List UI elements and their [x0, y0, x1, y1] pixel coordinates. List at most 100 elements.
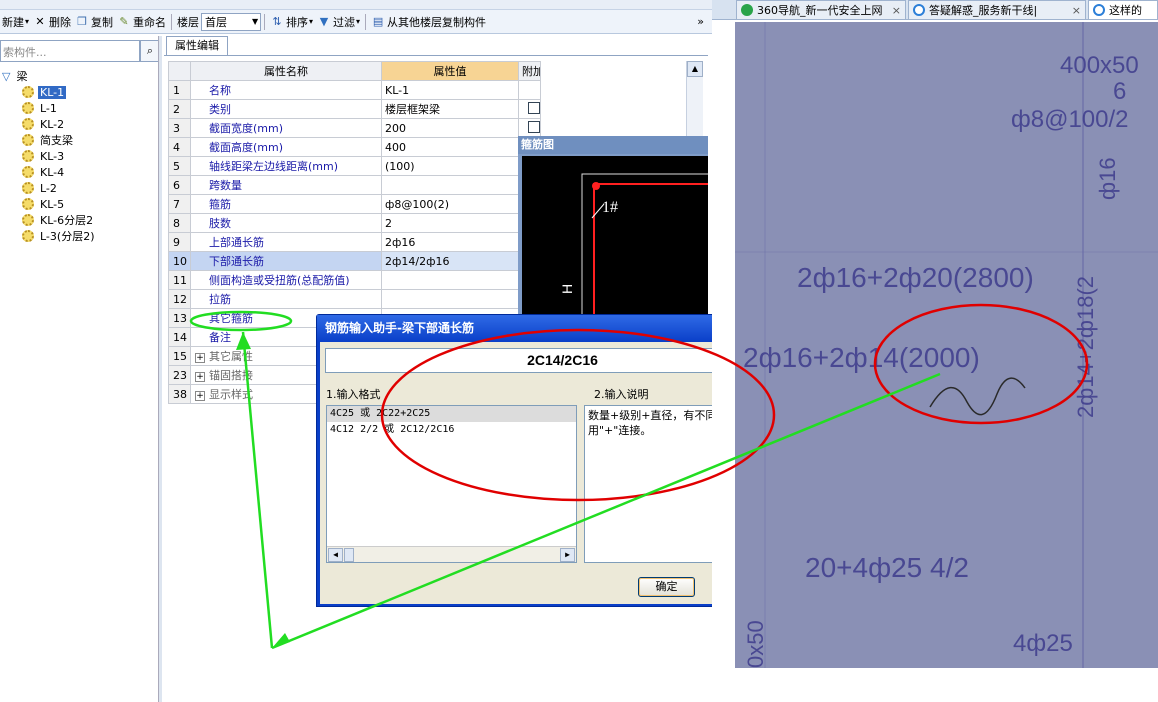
scroll-right-icon[interactable]: ▶: [560, 548, 575, 562]
row-number: 5: [168, 156, 191, 176]
extra-checkbox[interactable]: [528, 120, 540, 133]
row-number: 9: [168, 232, 191, 252]
stirrup-label-h: H: [559, 284, 575, 294]
description-text: 数量+级别+直径，有不同的钢筋信息用"+"连接。: [584, 405, 712, 563]
property-value[interactable]: 楼层框架梁: [381, 99, 519, 119]
tab-property-edit[interactable]: 属性编辑: [166, 36, 228, 56]
top-strip: [0, 0, 712, 10]
property-name: 类别: [190, 99, 382, 119]
property-value[interactable]: 2: [381, 213, 519, 233]
tab-close-icon[interactable]: ×: [892, 2, 901, 19]
divider: [171, 13, 173, 30]
filter-button[interactable]: ▼ 过滤 ▾: [315, 11, 362, 33]
rebar-input-field[interactable]: 2C14/2C16: [325, 348, 712, 373]
table-row[interactable]: 6 跨数量: [168, 175, 541, 195]
gear-icon: [22, 198, 34, 210]
grid-header-row: 属性名称 属性值 附加: [168, 61, 541, 81]
chevron-down-icon: ▼: [251, 17, 259, 26]
drawing-photo: 400x50 6 ф8@100/2 2ф16+2ф20(2800) 2ф16+2…: [735, 22, 1158, 668]
ok-button[interactable]: 确定: [638, 577, 695, 597]
extra-checkbox[interactable]: [528, 101, 540, 114]
extra-cell[interactable]: [518, 80, 541, 100]
search-icon[interactable]: ⌕: [140, 40, 160, 62]
table-row[interactable]: 11 侧面构造或受扭筋(总配筋值): [168, 270, 541, 290]
expand-icon[interactable]: +: [195, 372, 205, 382]
splitter[interactable]: [158, 36, 162, 702]
scroll-left-icon[interactable]: ◀: [328, 548, 343, 562]
format-list[interactable]: 4C25 或 2C22+2C25 4C12 2/2 或 2C12/2C16 ◀ …: [326, 405, 577, 563]
tab-qa-service[interactable]: 答疑解惑_服务新干线| ×: [908, 0, 1086, 19]
copy-button[interactable]: ❐ 复制: [73, 11, 115, 33]
table-row[interactable]: 12 拉筋: [168, 289, 541, 309]
property-value[interactable]: KL-1: [381, 80, 519, 100]
stirrup-corner: [592, 182, 600, 190]
sort-button[interactable]: ⇅ 排序 ▾: [268, 11, 315, 33]
property-value[interactable]: [381, 175, 519, 195]
tree-item[interactable]: KL-3: [22, 148, 66, 164]
table-row[interactable]: 9 上部通长筋 2ф16: [168, 232, 541, 252]
table-row[interactable]: 4 截面高度(mm) 400: [168, 137, 541, 157]
property-value[interactable]: ф8@100(2): [381, 194, 519, 214]
tree-item[interactable]: KL-4: [22, 164, 66, 180]
header-num: [168, 61, 191, 81]
scroll-up-icon[interactable]: ▲: [687, 61, 703, 77]
property-value[interactable]: (100): [381, 156, 519, 176]
expand-icon[interactable]: +: [195, 353, 205, 363]
tree-root[interactable]: ▽ 梁: [2, 68, 29, 84]
browser-tab-strip: 360导航_新一代安全上网 × 答疑解惑_服务新干线| × 这样的: [712, 0, 1158, 20]
scroll-thumb[interactable]: [344, 548, 354, 562]
more-button[interactable]: »: [695, 11, 712, 33]
tree-item[interactable]: L-1: [22, 100, 59, 116]
property-name: 跨数量: [190, 175, 382, 195]
property-value[interactable]: 2ф14/2ф16: [381, 251, 519, 271]
new-button[interactable]: 新建 ▾: [0, 11, 31, 33]
property-value[interactable]: 2ф16: [381, 232, 519, 252]
list-item[interactable]: 4C25 或 2C22+2C25: [327, 406, 576, 422]
delete-button[interactable]: ✕ 删除: [31, 11, 73, 33]
rebar-input-dialog: 钢筋输入助手-梁下部通长筋 ✕ 2C14/2C16 1.输入格式 2.输入说明 …: [316, 314, 712, 607]
tree-item-label: 简支梁: [40, 134, 73, 147]
property-name: 箍筋: [190, 194, 382, 214]
list-item[interactable]: 4C12 2/2 或 2C12/2C16: [327, 422, 576, 438]
tree-item[interactable]: KL-6分层2: [22, 212, 95, 228]
rename-button[interactable]: ✎ 重命名: [115, 11, 168, 33]
photo-text: 20+4ф25 4/2: [805, 552, 969, 583]
photo-text: 2ф16+2ф20(2800): [797, 262, 1034, 293]
tab-360-nav[interactable]: 360导航_新一代安全上网 ×: [736, 0, 906, 19]
table-row[interactable]: 8 肢数 2: [168, 213, 541, 233]
row-number: 2: [168, 99, 191, 119]
tree-item[interactable]: L-2: [22, 180, 59, 196]
sort-label: 排序: [286, 15, 309, 29]
expand-icon[interactable]: +: [195, 391, 205, 401]
table-row[interactable]: 3 截面宽度(mm) 200: [168, 118, 541, 138]
table-row[interactable]: 2 类别 楼层框架梁: [168, 99, 541, 119]
property-value[interactable]: [381, 270, 519, 290]
property-value[interactable]: 400: [381, 137, 519, 157]
tree-item[interactable]: KL-5: [22, 196, 66, 212]
rename-label: 重命名: [133, 15, 167, 29]
photo-text: 2ф14+2ф18(2: [1073, 275, 1098, 418]
table-row[interactable]: 7 箍筋 ф8@100(2): [168, 194, 541, 214]
table-row[interactable]: 1 名称 KL-1: [168, 80, 541, 100]
search-input[interactable]: 索构件...: [0, 40, 140, 62]
tab-close-icon[interactable]: ×: [1072, 2, 1081, 19]
property-value[interactable]: [381, 289, 519, 309]
property-value[interactable]: 200: [381, 118, 519, 138]
tree-item[interactable]: KL-1: [22, 84, 67, 100]
floor-select[interactable]: 首层 ▼: [201, 12, 262, 31]
gear-icon: [22, 86, 34, 98]
table-row[interactable]: 10 下部通长筋 2ф14/2ф16: [168, 251, 541, 271]
divider: [264, 13, 266, 30]
property-name: 拉筋: [190, 289, 382, 309]
copy-floor-icon: ▤: [372, 14, 384, 28]
tab-current[interactable]: 这样的: [1088, 0, 1158, 19]
tree-item[interactable]: L-3(分层2): [22, 228, 96, 244]
stirrup-canvas: 1# H: [522, 156, 712, 345]
extra-cell[interactable]: [518, 99, 541, 119]
tree-item[interactable]: KL-2: [22, 116, 66, 132]
format-list-scrollbar[interactable]: ◀ ▶: [327, 546, 576, 562]
extra-cell[interactable]: [518, 118, 541, 138]
tree-item[interactable]: 简支梁: [22, 132, 75, 148]
table-row[interactable]: 5 轴线距梁左边线距离(mm) (100): [168, 156, 541, 176]
copy-from-floor-button[interactable]: ▤ 从其他楼层复制构件: [369, 11, 488, 33]
